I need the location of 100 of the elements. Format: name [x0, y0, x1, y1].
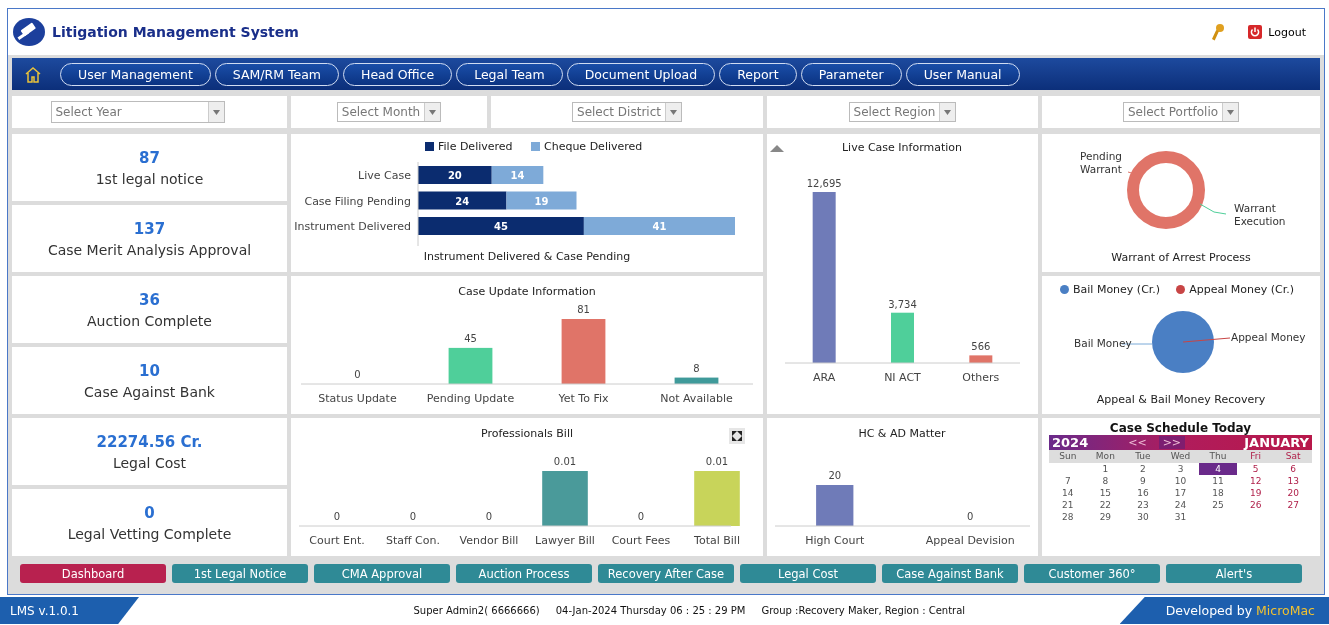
calendar-day[interactable]: 24	[1161, 499, 1200, 511]
category-label: NI ACT	[884, 371, 921, 384]
calendar-day[interactable]: 15	[1086, 487, 1125, 499]
calendar-year: 2024	[1052, 435, 1089, 450]
nav-menu-button[interactable]: SAM/RM Team	[214, 62, 339, 86]
calendar-day[interactable]: 1	[1086, 463, 1125, 475]
kpi-card[interactable]: 87 1st legal notice	[12, 134, 287, 201]
calendar-day[interactable]: 9	[1124, 475, 1162, 487]
calendar-day[interactable]: 19	[1236, 487, 1275, 499]
calendar-day[interactable]: 5	[1236, 463, 1275, 475]
calendar-day[interactable]: 25	[1199, 499, 1237, 511]
logout-button[interactable]: Logout	[1244, 23, 1310, 41]
region-select[interactable]: Select Region	[848, 102, 957, 122]
kpi-value: 10	[139, 361, 160, 380]
collapse-icon[interactable]	[770, 145, 784, 152]
dashboard-tab[interactable]: Customer 360°	[1024, 564, 1160, 583]
district-select[interactable]: Select District	[572, 102, 682, 122]
bar-value-label: 45	[464, 332, 477, 344]
bar-value-label: 14	[510, 170, 525, 181]
bar-value-label: 41	[652, 221, 667, 232]
donut-label: Warrant Execution	[1234, 202, 1287, 228]
dashboard-tab[interactable]: Case Against Bank	[882, 564, 1018, 583]
nav-menu-button[interactable]: Legal Team	[456, 62, 563, 86]
bar-value-label: 24	[455, 195, 470, 207]
kpi-card[interactable]: 10 Case Against Bank	[12, 347, 287, 414]
weekday-label: Wed	[1169, 450, 1192, 463]
bar-value-label: 0	[637, 511, 645, 522]
chart-title: Live Case Information	[841, 141, 963, 154]
dashboard-tab[interactable]: Legal Cost	[740, 564, 876, 583]
calendar-day[interactable]: 21	[1049, 499, 1087, 511]
weekday-label: Sun	[1058, 450, 1078, 463]
nav-menu-button[interactable]: Report	[719, 62, 797, 86]
calendar-day[interactable]: 12	[1236, 475, 1275, 487]
calendar-day[interactable]: 22	[1086, 499, 1125, 511]
calendar-day[interactable]: 3	[1161, 463, 1200, 475]
kpi-card[interactable]: 22274.56 Cr. Legal Cost	[12, 418, 287, 485]
category-label: Others	[962, 371, 1000, 384]
kpi-card[interactable]: 36 Auction Complete	[12, 276, 287, 343]
nav-menu-button[interactable]: User Manual	[905, 62, 1020, 86]
calendar-day[interactable]: 11	[1199, 475, 1237, 487]
calendar-day[interactable]: 4	[1199, 463, 1237, 475]
category-label: Status Update	[318, 392, 397, 405]
calendar-day[interactable]: 27	[1274, 499, 1312, 511]
bar-value-label: 45	[494, 221, 508, 232]
portfolio-select[interactable]: Select Portfolio	[1122, 102, 1240, 122]
dashboard-tab[interactable]: 1st Legal Notice	[172, 564, 308, 583]
kpi-label: 1st legal notice	[95, 170, 204, 187]
legend-label: Bail Money (Cr.)	[1073, 283, 1161, 296]
category-label: Yet To Fix	[558, 392, 609, 405]
category-label: Case Filing Pending	[304, 194, 411, 208]
calendar-day[interactable]: 2	[1124, 463, 1162, 475]
calendar-title: Case Schedule Today	[1109, 421, 1252, 435]
category-label: Court Fees	[611, 534, 671, 547]
dashboard-tab[interactable]: Dashboard	[20, 564, 166, 583]
calendar-day[interactable]: 31	[1161, 511, 1200, 523]
month-select[interactable]: Select Month	[336, 102, 442, 122]
calendar-day[interactable]: 26	[1236, 499, 1275, 511]
category-label: Not Available	[660, 392, 733, 405]
category-label: Instrument Delivered	[294, 220, 411, 233]
calendar-day[interactable]: 30	[1124, 511, 1162, 523]
calendar-day[interactable]: 18	[1199, 487, 1237, 499]
calendar-day[interactable]: 6	[1274, 463, 1312, 475]
leader-line	[1121, 343, 1153, 345]
expand-icon[interactable]	[729, 428, 745, 444]
next-month-button[interactable]: >>	[1158, 436, 1186, 449]
calendar-day[interactable]: 20	[1274, 487, 1312, 499]
previous-month-button[interactable]: <<	[1124, 436, 1151, 449]
kpi-value: 0	[144, 503, 155, 522]
calendar-month: JANUARY	[1244, 435, 1309, 450]
calendar-day[interactable]: 10	[1161, 475, 1200, 487]
chart-bar	[891, 312, 914, 363]
dashboard-tab[interactable]: Alert's	[1166, 564, 1302, 583]
developer-name[interactable]: MicroMac	[1256, 603, 1315, 618]
calendar-day[interactable]: 23	[1124, 499, 1162, 511]
calendar-day[interactable]: 13	[1274, 475, 1312, 487]
bar-value-label: 0	[409, 511, 417, 522]
nav-menu-button[interactable]: Document Upload	[566, 62, 716, 86]
nav-menu-button[interactable]: Head Office	[343, 62, 453, 86]
key-icon[interactable]	[1210, 23, 1227, 41]
kpi-card[interactable]: 0 Legal Vetting Complete	[12, 489, 287, 556]
calendar-day[interactable]: 14	[1049, 487, 1087, 499]
calendar-day[interactable]: 28	[1049, 511, 1087, 523]
calendar-day[interactable]: 17	[1161, 487, 1200, 499]
dashboard-tab[interactable]: Recovery After Case	[598, 564, 734, 583]
dropdown-icon	[212, 109, 220, 115]
nav-menu-button[interactable]: User Management	[60, 62, 211, 86]
kpi-card[interactable]: 137 Case Merit Analysis Approval	[12, 205, 287, 272]
kpi-label: Legal Vetting Complete	[67, 525, 232, 542]
calendar-day[interactable]: 7	[1049, 475, 1087, 487]
chart-bar	[491, 166, 544, 184]
category-label: ARA	[813, 371, 836, 384]
calendar-day[interactable]: 16	[1124, 487, 1162, 499]
nav-menu-button[interactable]: Parameter	[800, 62, 902, 86]
dashboard-tab[interactable]: CMA Approval	[314, 564, 450, 583]
dashboard-tab[interactable]: Auction Process	[456, 564, 592, 583]
calendar-day[interactable]: 29	[1086, 511, 1125, 523]
leader-line	[1199, 203, 1227, 215]
year-select[interactable]: Select Year	[50, 101, 225, 123]
home-icon[interactable]	[24, 65, 42, 83]
calendar-day[interactable]: 8	[1086, 475, 1125, 487]
